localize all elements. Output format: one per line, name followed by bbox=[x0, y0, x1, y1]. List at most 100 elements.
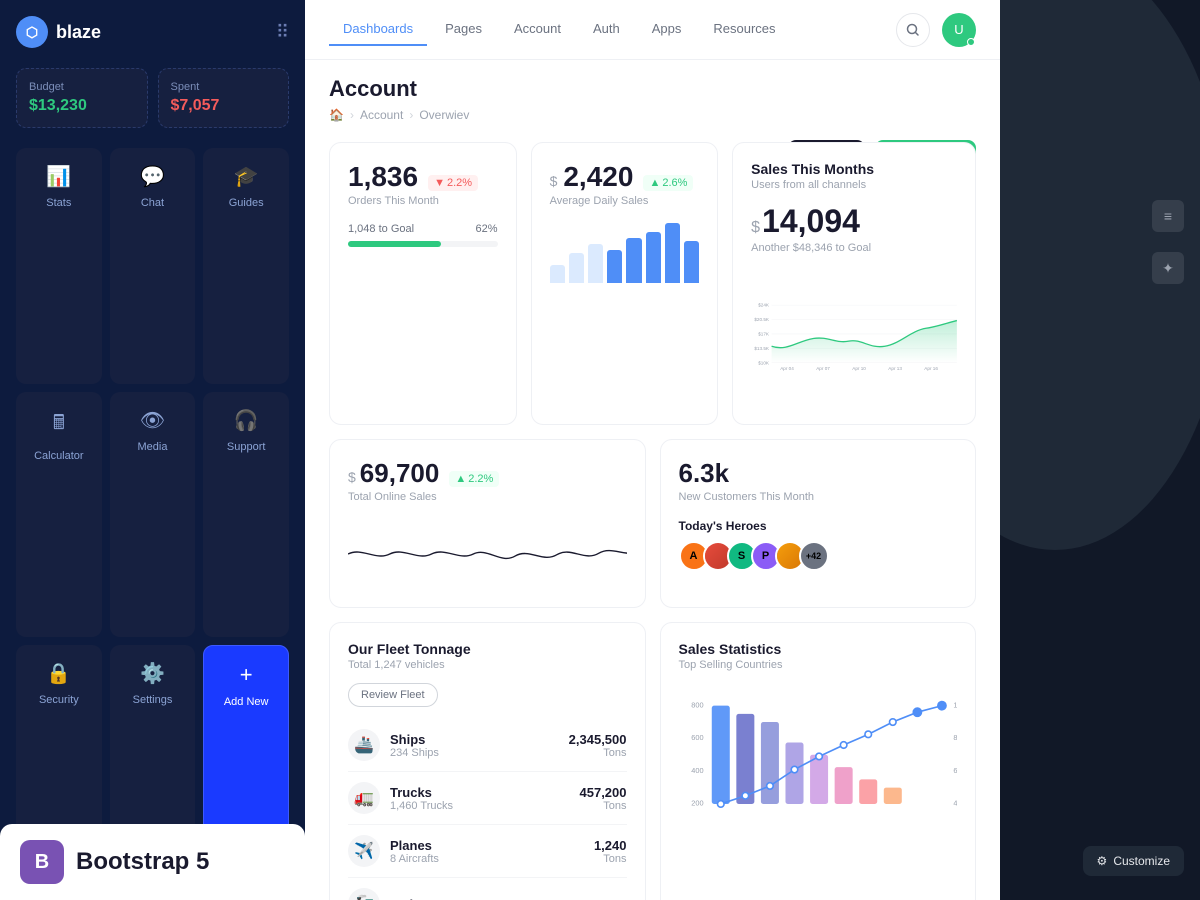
online-sales-change: ▲ 2.2% bbox=[449, 471, 499, 487]
chat-icon: 💬 bbox=[140, 164, 165, 189]
media-icon: 👁 bbox=[140, 408, 165, 433]
panel-icon-2[interactable]: ✦ bbox=[1152, 252, 1184, 284]
tab-dashboards[interactable]: Dashboards bbox=[329, 13, 427, 46]
breadcrumb: 🏠 › Account › Overwiev bbox=[329, 108, 976, 122]
page-header: Account 🏠 › Account › Overwiev + Invite … bbox=[305, 60, 1000, 130]
sidebar-item-label: Security bbox=[39, 694, 79, 706]
tab-account[interactable]: Account bbox=[500, 13, 575, 46]
stats-row-1: 1,836 ▼ 2.2% Orders This Month 1,048 to … bbox=[329, 142, 976, 425]
svg-text:Apr 10: Apr 10 bbox=[852, 366, 866, 371]
daily-sales-value: 2,420 bbox=[563, 161, 633, 193]
sidebar-item-label: Add New bbox=[224, 696, 269, 708]
logo: ⬡ blaze bbox=[16, 16, 101, 48]
breadcrumb-overview: Overwiev bbox=[419, 108, 469, 122]
logo-icon: ⬡ bbox=[16, 16, 48, 48]
sales-month-sub-text: Another $48,346 to Goal bbox=[751, 242, 957, 254]
sales-month-value: 14,094 bbox=[762, 203, 860, 240]
customize-button[interactable]: ⚙ Customize bbox=[1083, 846, 1184, 876]
orders-progress: 1,048 to Goal 62% bbox=[348, 223, 498, 247]
svg-text:Apr 13: Apr 13 bbox=[888, 366, 902, 371]
logo-text: blaze bbox=[56, 22, 101, 43]
online-sales-label: Total Online Sales bbox=[348, 491, 627, 503]
fleet-sub: Total 1,247 vehicles bbox=[348, 659, 627, 671]
avatar-status bbox=[967, 38, 975, 46]
stats-icon: 📊 bbox=[46, 164, 71, 189]
breadcrumb-home[interactable]: 🏠 bbox=[329, 108, 344, 122]
sidebar-item-label: Chat bbox=[141, 197, 164, 209]
sidebar-item-media[interactable]: 👁 Media bbox=[110, 392, 196, 637]
sidebar-menu-icon[interactable]: ⠿ bbox=[276, 22, 289, 43]
svg-text:100%: 100% bbox=[953, 700, 957, 709]
new-customers-value: 6.3k bbox=[679, 458, 730, 489]
sidebar-item-label: Settings bbox=[133, 694, 173, 706]
sidebar-item-guides[interactable]: 🎓 Guides bbox=[203, 148, 289, 384]
right-panel: ≡ ✦ ⚙ Customize bbox=[1000, 0, 1200, 900]
svg-text:60%: 60% bbox=[953, 766, 957, 775]
svg-text:$13.5K: $13.5K bbox=[754, 346, 770, 351]
svg-text:40%: 40% bbox=[953, 799, 957, 808]
fleet-section: Our Fleet Tonnage Total 1,247 vehicles R… bbox=[329, 622, 976, 900]
svg-text:Apr 07: Apr 07 bbox=[816, 366, 830, 371]
bootstrap-badge: B Bootstrap 5 bbox=[0, 824, 305, 900]
heroes-avatars: A S P +42 bbox=[679, 541, 958, 571]
sidebar-item-label: Media bbox=[138, 441, 168, 453]
hero-avatar-more: +42 bbox=[799, 541, 829, 571]
svg-text:200: 200 bbox=[691, 799, 703, 808]
svg-text:$10K: $10K bbox=[758, 360, 770, 365]
breadcrumb-account[interactable]: Account bbox=[360, 108, 403, 122]
daily-sales-label: Average Daily Sales bbox=[550, 195, 700, 207]
spent-label: Spent bbox=[171, 81, 277, 93]
tab-auth[interactable]: Auth bbox=[579, 13, 634, 46]
daily-sales-change: ▲ 2.6% bbox=[643, 175, 693, 191]
svg-text:$17K: $17K bbox=[758, 331, 770, 336]
svg-text:$20.5K: $20.5K bbox=[754, 317, 770, 322]
new-customers-card: 6.3k New Customers This Month Today's He… bbox=[660, 439, 977, 608]
sales-month-card: Sales This Months Users from all channel… bbox=[732, 142, 976, 425]
sales-line-chart: $24K $20.5K $17K $13.5K $10K Apr 04 Apr … bbox=[751, 266, 957, 406]
page-title: Account bbox=[329, 76, 976, 102]
bootstrap-icon: B bbox=[20, 840, 64, 884]
orders-card: 1,836 ▼ 2.2% Orders This Month 1,048 to … bbox=[329, 142, 517, 425]
budget-card: Budget $13,230 bbox=[16, 68, 148, 128]
svg-text:600: 600 bbox=[691, 733, 703, 742]
sidebar-item-chat[interactable]: 💬 Chat bbox=[110, 148, 196, 384]
nav-grid: 📊 Stats 💬 Chat 🎓 Guides 🖩 Calculator 👁 M… bbox=[16, 148, 289, 884]
new-customers-label: New Customers This Month bbox=[679, 491, 958, 503]
sidebar-item-label: Calculator bbox=[34, 450, 84, 462]
review-fleet-button[interactable]: Review Fleet bbox=[348, 683, 438, 707]
support-icon: 🎧 bbox=[234, 408, 259, 433]
svg-text:Apr 16: Apr 16 bbox=[924, 366, 938, 371]
heroes-label: Today's Heroes bbox=[679, 519, 958, 533]
sales-stats-sub: Top Selling Countries bbox=[679, 659, 958, 671]
svg-text:800: 800 bbox=[691, 700, 703, 709]
tab-apps[interactable]: Apps bbox=[638, 13, 696, 46]
topnav-actions: U bbox=[896, 13, 976, 47]
sidebar-item-label: Stats bbox=[46, 197, 71, 209]
sidebar-item-stats[interactable]: 📊 Stats bbox=[16, 148, 102, 384]
svg-text:Apr 04: Apr 04 bbox=[780, 366, 794, 371]
sales-month-sub: Users from all channels bbox=[751, 179, 957, 191]
svg-text:400: 400 bbox=[691, 766, 703, 775]
user-avatar[interactable]: U bbox=[942, 13, 976, 47]
spent-card: Spent $7,057 bbox=[158, 68, 290, 128]
search-button[interactable] bbox=[896, 13, 930, 47]
panel-icon-1[interactable]: ≡ bbox=[1152, 200, 1184, 232]
tab-pages[interactable]: Pages bbox=[431, 13, 496, 46]
calculator-icon: 🖩 bbox=[53, 408, 65, 442]
topnav-links: Dashboards Pages Account Auth Apps Resou… bbox=[329, 13, 790, 46]
right-panel-icons: ≡ ✦ bbox=[1152, 200, 1184, 284]
sidebar-item-support[interactable]: 🎧 Support bbox=[203, 392, 289, 637]
sidebar-item-calculator[interactable]: 🖩 Calculator bbox=[16, 392, 102, 637]
budget-label: Budget bbox=[29, 81, 135, 93]
fleet-item: 🚢 Ships 234 Ships 2,345,500 Tons bbox=[348, 719, 627, 772]
search-icon bbox=[906, 23, 920, 37]
online-sales-chart bbox=[348, 519, 627, 589]
fleet-item: 🚂 Trains 804,300 bbox=[348, 878, 627, 900]
svg-text:80%: 80% bbox=[953, 733, 957, 742]
tab-resources[interactable]: Resources bbox=[699, 13, 789, 46]
daily-sales-chart bbox=[550, 223, 700, 283]
dashboard-content: 1,836 ▼ 2.2% Orders This Month 1,048 to … bbox=[305, 130, 1000, 900]
trucks-icon: 🚛 bbox=[348, 782, 380, 814]
fleet-card: Our Fleet Tonnage Total 1,247 vehicles R… bbox=[329, 622, 646, 900]
ships-icon: 🚢 bbox=[348, 729, 380, 761]
